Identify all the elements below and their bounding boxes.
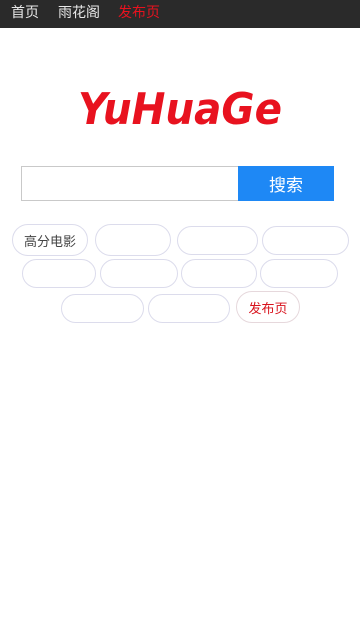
tag-chip-publish[interactable]: 发布页 — [236, 291, 300, 323]
nav-item-publish[interactable]: 发布页 — [118, 0, 160, 28]
tag-chip[interactable] — [22, 259, 96, 288]
tag-chip[interactable] — [95, 224, 171, 256]
nav-item-home[interactable]: 首页 — [11, 0, 39, 28]
top-nav-bar: 首页 雨花阁 发布页 — [0, 0, 360, 28]
tag-chip[interactable]: 高分电影 — [12, 224, 88, 256]
tag-label: 高分电影 — [23, 234, 76, 250]
search-input[interactable] — [21, 166, 238, 201]
nav-item-yuhuage[interactable]: 雨花阁 — [58, 0, 100, 28]
tag-chip[interactable] — [262, 226, 349, 255]
tag-chip[interactable] — [260, 259, 338, 288]
search-button[interactable]: 搜索 — [238, 166, 334, 201]
tag-chip[interactable] — [61, 294, 144, 323]
tag-chip[interactable] — [100, 259, 178, 288]
tag-chip[interactable] — [181, 259, 257, 288]
yuhuage-logo: YuHuaGe — [78, 84, 282, 135]
tag-chip[interactable] — [148, 294, 230, 323]
tag-chip[interactable] — [177, 226, 258, 255]
logo-text: YuHuaGe — [78, 84, 282, 135]
tag-label: 发布页 — [248, 301, 288, 317]
